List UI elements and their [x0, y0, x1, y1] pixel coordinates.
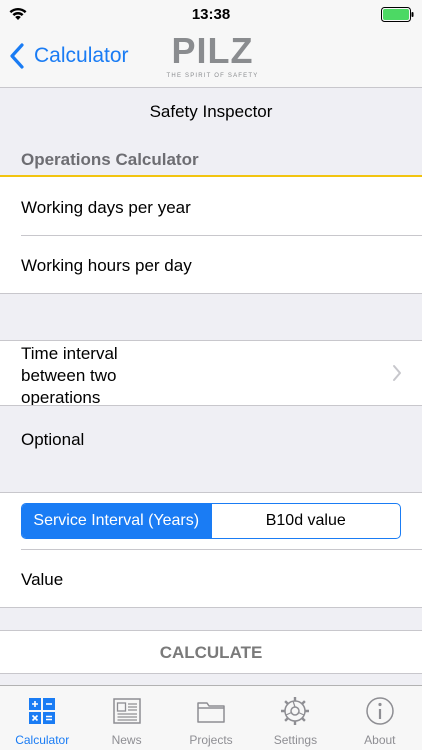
page-title: Safety Inspector [0, 88, 422, 138]
gear-icon [281, 697, 310, 725]
logo-tagline: THE SPIRIT OF SAFETY [167, 73, 259, 79]
tab-calculator[interactable]: Calculator [0, 686, 84, 750]
segment-b10d-value[interactable]: B10d value [210, 504, 401, 538]
news-icon [112, 698, 141, 724]
tab-label: News [111, 733, 142, 747]
section-gap [0, 674, 422, 685]
time-interval-label: Time interval between two operations [21, 344, 118, 407]
tab-label: Settings [273, 733, 318, 747]
section-header-label: Operations Calculator [21, 150, 199, 169]
segment-service-interval[interactable]: Service Interval (Years) [22, 504, 211, 538]
working-days-label: Working days per year [21, 198, 191, 217]
segmented-control: Service Interval (Years) B10d value [21, 503, 401, 539]
tab-label: About [364, 733, 396, 747]
info-icon [366, 697, 394, 725]
tab-news[interactable]: News [84, 686, 168, 750]
tab-label: Calculator [15, 733, 70, 747]
tab-bar: Calculator News Projects Settings About [0, 685, 422, 750]
value-field[interactable]: Value [0, 550, 422, 607]
optional-label: Optional [21, 430, 85, 449]
section-gap [0, 608, 422, 630]
navigation-bar: Calculator PILZ THE SPIRIT OF SAFETY [0, 28, 422, 88]
working-hours-label: Working hours per day [21, 256, 192, 275]
pilz-logo: PILZ THE SPIRIT OF SAFETY [167, 34, 259, 79]
tab-settings[interactable]: Settings [253, 686, 337, 750]
battery-icon [381, 7, 414, 22]
working-hours-field[interactable]: Working hours per day [0, 236, 422, 293]
back-button[interactable]: Calculator [8, 40, 129, 72]
tab-projects[interactable]: Projects [169, 686, 253, 750]
chevron-left-icon [10, 43, 24, 69]
calculate-button[interactable]: CALCULATE [0, 630, 422, 674]
section-header: Operations Calculator [0, 138, 422, 177]
time-interval-row[interactable]: Time interval between two operations [0, 341, 422, 407]
optional-section: Optional [0, 406, 422, 492]
tab-about[interactable]: About [338, 686, 422, 750]
folder-icon [197, 702, 225, 723]
logo-text: PILZ [172, 34, 254, 71]
calculator-icon [29, 698, 56, 724]
status-bar: 13:38 [0, 0, 422, 28]
working-days-field[interactable]: Working days per year [0, 179, 422, 236]
tab-label: Projects [189, 733, 233, 747]
status-time: 13:38 [191, 6, 231, 23]
chevron-right-icon [393, 365, 401, 381]
value-label: Value [21, 570, 64, 589]
section-gap [0, 294, 422, 340]
back-label: Calculator [34, 44, 129, 67]
